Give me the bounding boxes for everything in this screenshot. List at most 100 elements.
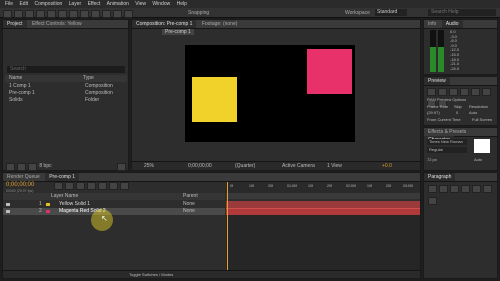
- shy-icon[interactable]: [87, 182, 96, 190]
- time-ruler[interactable]: 0f 10f 20f 01:00f 10f 20f 02:00f 10f 20f…: [226, 182, 420, 193]
- play-icon[interactable]: [449, 88, 458, 96]
- tab-effect-controls[interactable]: Effect Controls: Yellow: [28, 20, 86, 28]
- breadcrumb[interactable]: Pre-comp 1: [162, 29, 194, 35]
- resolution-select[interactable]: (Quarter): [235, 163, 255, 169]
- selection-tool-icon[interactable]: [3, 10, 12, 18]
- tab-info[interactable]: Info: [424, 20, 440, 28]
- toggle-switches-button[interactable]: Toggle Switches / Modes: [129, 272, 173, 277]
- brush-tool-icon[interactable]: [91, 10, 100, 18]
- trash-icon[interactable]: [117, 163, 126, 171]
- skip-value[interactable]: 0: [456, 110, 458, 115]
- label-color-swatch[interactable]: [46, 210, 50, 213]
- list-item[interactable]: Pre-comp 1 Composition: [5, 90, 127, 97]
- search-help-input[interactable]: Search Help: [428, 9, 496, 16]
- rotate-tool-icon[interactable]: [36, 10, 45, 18]
- menu-file[interactable]: File: [5, 1, 13, 7]
- work-area-bar[interactable]: [226, 193, 420, 199]
- parent-select[interactable]: None: [183, 201, 195, 208]
- search-icon[interactable]: [54, 182, 63, 190]
- menu-window[interactable]: Window: [152, 1, 170, 7]
- audio-toggle-icon[interactable]: [482, 88, 491, 96]
- camera-tool-icon[interactable]: [47, 10, 56, 18]
- eraser-tool-icon[interactable]: [113, 10, 122, 18]
- comp-mini-flowchart-icon[interactable]: [65, 182, 74, 190]
- viewer-timecode[interactable]: 0;00;00;00: [188, 163, 212, 169]
- justify-right-icon[interactable]: [483, 185, 492, 193]
- menu-layer[interactable]: Layer: [69, 1, 82, 7]
- eye-icon[interactable]: [6, 203, 10, 206]
- motion-blur-icon[interactable]: [109, 182, 118, 190]
- justify-left-icon[interactable]: [461, 185, 470, 193]
- from-current-checkbox[interactable]: From Current Time: [427, 117, 461, 122]
- fill-color-swatch[interactable]: [474, 139, 490, 153]
- parent-select[interactable]: None: [183, 208, 195, 215]
- first-frame-icon[interactable]: [427, 88, 436, 96]
- project-search-input[interactable]: Search: [7, 66, 125, 73]
- comp-canvas[interactable]: [185, 45, 355, 142]
- font-family-select[interactable]: Times New Roman: [427, 139, 467, 145]
- list-item[interactable]: 1 Comp 1 Composition: [5, 83, 127, 90]
- tab-preview[interactable]: Preview: [424, 77, 450, 85]
- tab-pre-comp[interactable]: Pre-comp 1: [45, 173, 80, 181]
- workspace-select[interactable]: Standard: [375, 9, 407, 16]
- magenta-solid[interactable]: [307, 49, 352, 94]
- col-type[interactable]: Type: [83, 75, 94, 82]
- stamp-tool-icon[interactable]: [102, 10, 111, 18]
- resolution-value[interactable]: Auto: [469, 110, 477, 115]
- menu-help[interactable]: Help: [177, 1, 187, 7]
- list-item[interactable]: Solids Folder: [5, 97, 127, 104]
- graph-editor-icon[interactable]: [120, 182, 129, 190]
- font-style-select[interactable]: Regular: [427, 147, 467, 153]
- exposure-value[interactable]: +0.0: [382, 163, 392, 169]
- tab-effects-presets[interactable]: Effects & Presets: [424, 128, 470, 136]
- label-color-swatch[interactable]: [46, 203, 50, 206]
- pen-tool-icon[interactable]: [69, 10, 78, 18]
- font-size-field[interactable]: 72 px: [427, 157, 437, 162]
- full-screen-checkbox[interactable]: Full Screen: [472, 117, 492, 122]
- align-center-icon[interactable]: [439, 185, 448, 193]
- next-frame-icon[interactable]: [460, 88, 469, 96]
- table-row[interactable]: 2 Magenta Red Solid 2 None: [3, 208, 225, 215]
- col-layer-name[interactable]: Layer Name: [51, 193, 78, 200]
- new-comp-icon[interactable]: [28, 163, 37, 171]
- camera-select[interactable]: Active Camera: [282, 163, 315, 169]
- pan-behind-tool-icon[interactable]: [58, 10, 67, 18]
- new-folder-icon[interactable]: [17, 163, 26, 171]
- prev-frame-icon[interactable]: [438, 88, 447, 96]
- bpc-label[interactable]: 8 bpc: [39, 163, 51, 169]
- layer-name[interactable]: Yellow Solid 1: [59, 201, 90, 208]
- views-select[interactable]: 1 View: [327, 163, 342, 169]
- layer-bar-magenta[interactable]: [226, 208, 420, 215]
- type-tool-icon[interactable]: [80, 10, 89, 18]
- tab-footage[interactable]: Footage: (none): [198, 20, 242, 28]
- menu-view[interactable]: View: [135, 1, 146, 7]
- current-time-indicator[interactable]: [227, 182, 228, 270]
- leading-field[interactable]: Auto: [474, 157, 482, 162]
- col-name[interactable]: Name: [9, 75, 22, 81]
- menu-animation[interactable]: Animation: [107, 1, 129, 7]
- hand-tool-icon[interactable]: [14, 10, 23, 18]
- draft-3d-icon[interactable]: [76, 182, 85, 190]
- menu-edit[interactable]: Edit: [19, 1, 28, 7]
- tab-composition[interactable]: Composition: Pre-comp 1: [132, 20, 197, 28]
- puppet-tool-icon[interactable]: [124, 10, 133, 18]
- justify-all-icon[interactable]: [428, 197, 437, 205]
- zoom-tool-icon[interactable]: [25, 10, 34, 18]
- menu-composition[interactable]: Composition: [34, 1, 62, 7]
- tab-paragraph[interactable]: Paragraph: [424, 173, 456, 181]
- table-row[interactable]: 1 Yellow Solid 1 None: [3, 201, 225, 208]
- col-parent[interactable]: Parent: [183, 193, 198, 200]
- tab-audio[interactable]: Audio: [441, 20, 463, 28]
- tab-render-queue[interactable]: Render Queue: [3, 173, 44, 181]
- frame-blend-icon[interactable]: [98, 182, 107, 190]
- timeline-timecode[interactable]: 0;00;00;00: [6, 182, 34, 188]
- zoom-select[interactable]: 25%: [144, 163, 154, 169]
- tab-project[interactable]: Project: [3, 20, 27, 28]
- eye-icon[interactable]: [6, 210, 10, 213]
- layer-bar-yellow[interactable]: [226, 201, 420, 208]
- last-frame-icon[interactable]: [471, 88, 480, 96]
- snapping-label[interactable]: Snapping: [188, 10, 209, 16]
- align-left-icon[interactable]: [428, 185, 437, 193]
- menu-effect[interactable]: Effect: [88, 1, 101, 7]
- frame-rate-value[interactable]: (29.97): [427, 110, 440, 115]
